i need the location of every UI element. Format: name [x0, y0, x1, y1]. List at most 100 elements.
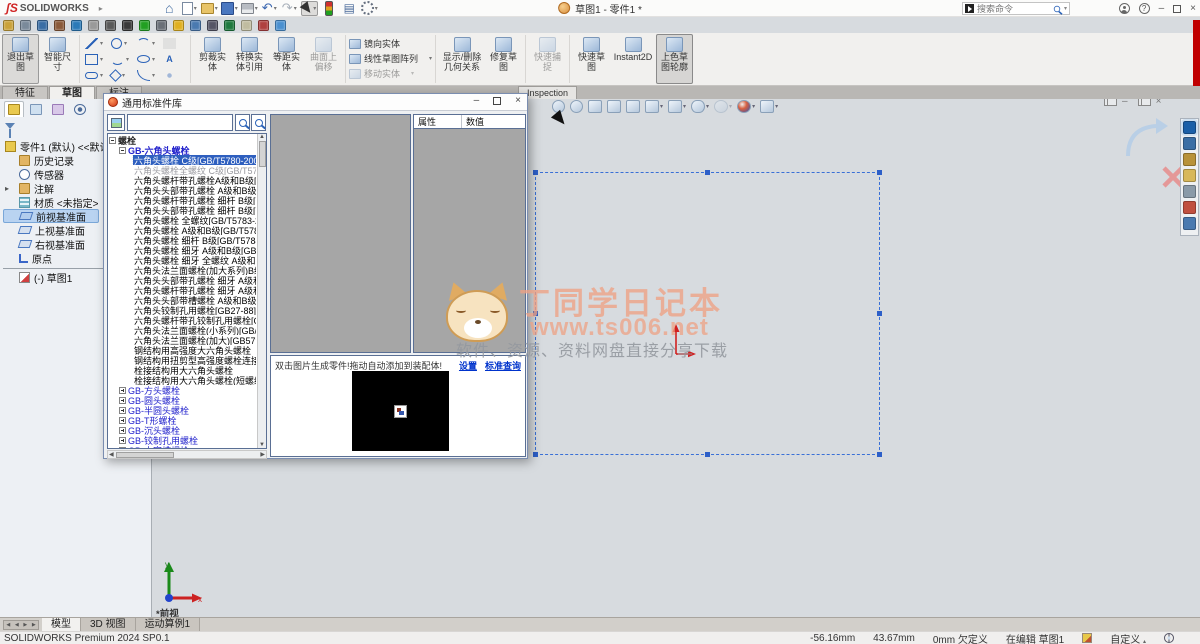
view-settings-icon[interactable]	[760, 100, 778, 113]
print-icon[interactable]	[241, 1, 258, 16]
tab-scroll-left-icon[interactable]: ◀	[6, 622, 10, 628]
excel-icon[interactable]	[224, 20, 235, 31]
expand-box-icon[interactable]	[119, 407, 126, 414]
parts-tree-group[interactable]: GB-六角头螺栓	[109, 145, 256, 155]
sketch-handle[interactable]	[533, 452, 538, 457]
green-light-icon[interactable]	[139, 20, 150, 31]
expand-box-icon[interactable]	[119, 397, 126, 404]
propertymanager-tab-icon[interactable]	[26, 101, 46, 117]
featuremanager-tab-icon[interactable]	[4, 101, 24, 117]
parts-tree-item[interactable]: 六角头螺杆带孔螺栓 细牙 A级和B	[109, 285, 256, 295]
parts-tree-item[interactable]: 六角头头部带孔螺栓 细牙 A级和B	[109, 275, 256, 285]
sketch-handle[interactable]	[705, 452, 710, 457]
door-exit-icon[interactable]	[3, 20, 14, 31]
parts-tree-collapsed-group[interactable]: GB-沉头螺栓	[109, 425, 256, 435]
sketch-rectangle[interactable]	[535, 172, 880, 455]
surface-offset-button[interactable]: 曲面上偏移	[305, 34, 342, 84]
web-globe-icon[interactable]	[1164, 633, 1174, 643]
scrollbar-thumb[interactable]	[116, 452, 174, 458]
quick-snaps-button[interactable]: 快速捕捉	[529, 34, 566, 84]
measure-icon[interactable]	[626, 100, 640, 113]
parts-tree-item[interactable]: 六角头螺栓 A级和B级[GB/T5782-2	[109, 225, 256, 235]
section-view-icon[interactable]	[607, 100, 621, 113]
parts-tree-item[interactable]: 六角头螺栓 细杆 B级[GB/T5784-1	[109, 235, 256, 245]
sw-resources-icon[interactable]	[1183, 121, 1196, 134]
document-tab[interactable]: 3D 视图	[81, 618, 136, 631]
binoculars-icon[interactable]	[207, 20, 218, 31]
user-account-icon[interactable]	[1119, 3, 1130, 14]
parts-tree-item[interactable]: 钢结构用扭剪型高强度螺栓连接副	[109, 355, 256, 365]
parts-tree-item[interactable]: 六角头铰制孔用螺栓[GB27-88]	[109, 305, 256, 315]
parts-zoom-button[interactable]	[251, 114, 266, 131]
gear-dark-icon[interactable]	[105, 20, 116, 31]
home-icon[interactable]	[161, 1, 178, 16]
yellow-cross-icon[interactable]	[173, 20, 184, 31]
monitor-icon[interactable]	[37, 20, 48, 31]
tree-vertical-scrollbar[interactable]: ▲ ▼	[257, 134, 266, 448]
parts-tree-item[interactable]: 六角头法兰面螺栓(加大系列)B级[	[109, 265, 256, 275]
command-search[interactable]: ▾	[962, 2, 1070, 15]
trim-entities-button[interactable]: 剪裁实体	[194, 34, 231, 84]
parts-tree-item[interactable]: 六角头头部带孔螺栓 A级和B级[GB	[109, 185, 256, 195]
dialog-minimize-button[interactable]: –	[474, 95, 480, 106]
document-tab[interactable]: 模型	[42, 618, 81, 631]
parts-tree-collapsed-group[interactable]: GB-方头螺栓	[109, 385, 256, 395]
configurationmanager-tab-icon[interactable]	[48, 101, 68, 117]
instant2d-button[interactable]: Instant2D	[610, 34, 656, 84]
sketch-handle[interactable]	[877, 170, 882, 175]
gear-icon[interactable]	[88, 20, 99, 31]
tree-horizontal-scrollbar[interactable]: ◀ ▶	[107, 450, 267, 459]
previous-view-icon[interactable]	[588, 100, 602, 113]
scroll-down-icon[interactable]: ▼	[259, 442, 265, 448]
new-doc-icon[interactable]	[181, 1, 198, 16]
expand-box-icon[interactable]	[119, 387, 126, 394]
sketch-corner-icon[interactable]	[20, 20, 31, 31]
search-input[interactable]	[977, 4, 1050, 14]
custom-properties-icon[interactable]	[1183, 217, 1196, 230]
robot-icon[interactable]	[54, 20, 65, 31]
settings-gear-icon[interactable]	[361, 1, 378, 16]
sketch-handle[interactable]	[877, 311, 882, 316]
parts-tree-item[interactable]: 六角头螺杆带孔螺栓 细杆 B级[GB	[109, 195, 256, 205]
dialog-maximize-button[interactable]	[493, 97, 501, 105]
rapid-sketch-button[interactable]: 快速草图	[573, 34, 610, 84]
parts-tree-item[interactable]: 六角头螺栓全螺纹 C级[GB/T5781-2	[109, 165, 256, 175]
restore-button[interactable]	[1173, 5, 1181, 13]
home-tab-icon[interactable]	[1183, 137, 1196, 150]
parts-tree-item[interactable]: 六角头螺栓 C级[GB/T5780-2000]	[109, 155, 256, 165]
parts-tree-collapsed-group[interactable]: GB-十字槽螺栓	[109, 445, 256, 449]
dialog-close-button[interactable]: ×	[515, 95, 521, 106]
collapse-box-icon[interactable]	[119, 147, 126, 154]
parts-tree-item[interactable]: 六角头法兰面螺栓(小系列)[GB/T16	[109, 325, 256, 335]
sketch-handle[interactable]	[877, 452, 882, 457]
redo-icon[interactable]	[281, 1, 298, 16]
parts-search-button[interactable]	[235, 114, 250, 131]
parts-tree-item[interactable]: 栓接结构用大六角头螺栓(短螺纹)	[109, 375, 256, 385]
parts-tree-item[interactable]: 六角头螺栓 全螺纹[GB/T5783-200	[109, 215, 256, 225]
scrollbar-thumb[interactable]	[259, 141, 266, 167]
linear-pattern-button[interactable]: 线性草图阵列	[349, 52, 432, 65]
search-caret-icon[interactable]: ▾	[1064, 5, 1067, 12]
parts-tree-item[interactable]: 钢结构用高强度大六角头螺栓	[109, 345, 256, 355]
parts-tree-item[interactable]: 六角头头部带孔螺栓 细杆 B级[GB	[109, 205, 256, 215]
parts-search-input[interactable]	[127, 114, 233, 131]
design-library-icon[interactable]	[1183, 153, 1196, 166]
scroll-left-icon[interactable]: ◀	[109, 451, 114, 458]
lamp-icon[interactable]	[241, 20, 252, 31]
zoom-area-icon[interactable]	[570, 100, 583, 113]
scroll-up-icon[interactable]: ▲	[259, 134, 265, 140]
image-icon[interactable]	[275, 20, 286, 31]
properties-icon[interactable]	[341, 1, 358, 16]
feature-tree-item[interactable]: 前视基准面	[3, 209, 99, 223]
help-icon[interactable]: ?	[1139, 3, 1150, 14]
scroll-right-icon[interactable]: ▶	[260, 451, 265, 458]
open-icon[interactable]	[201, 1, 218, 16]
preview-toggle-button[interactable]	[107, 114, 125, 131]
edit-appearance-icon[interactable]	[714, 100, 732, 113]
parts-tree-collapsed-group[interactable]: GB-圆头螺栓	[109, 395, 256, 405]
parts-tree-item[interactable]: 六角头头部带槽螺栓 A级和B级[GB	[109, 295, 256, 305]
collapse-box-icon[interactable]	[109, 137, 116, 144]
sketch-handle[interactable]	[705, 170, 710, 175]
expand-box-icon[interactable]	[119, 427, 126, 434]
parts-tree-collapsed-group[interactable]: GB-T形螺栓	[109, 415, 256, 425]
